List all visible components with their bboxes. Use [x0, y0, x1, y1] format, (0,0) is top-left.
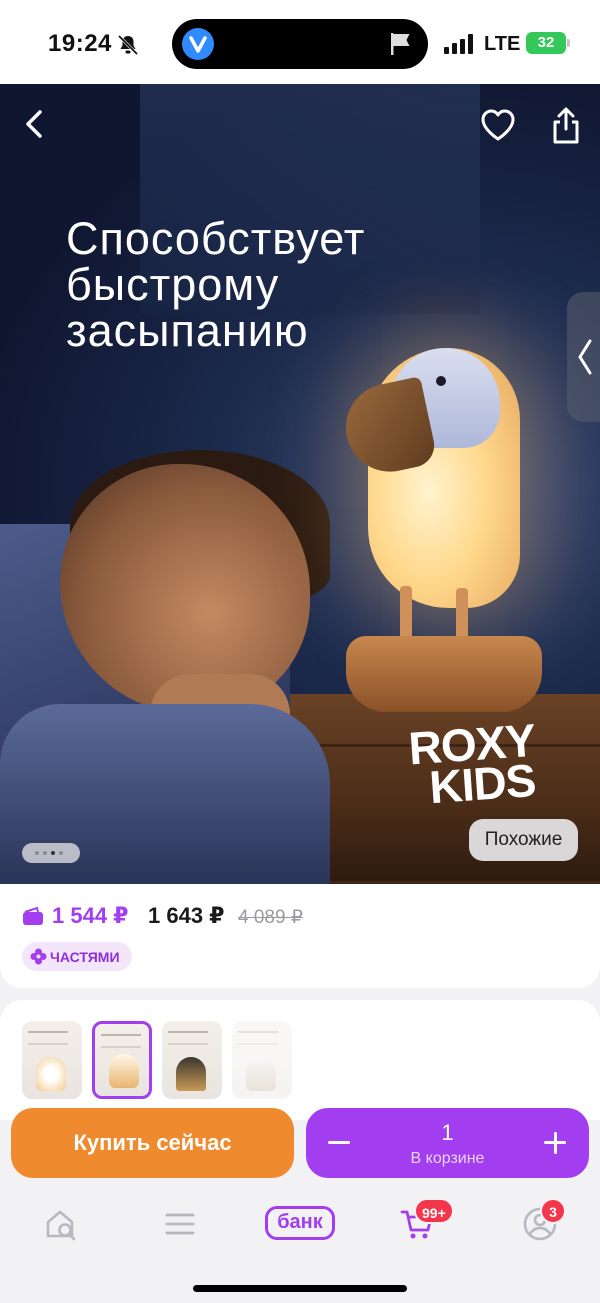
heart-icon[interactable] — [480, 108, 516, 142]
battery-tip — [567, 39, 570, 47]
regular-price: 1 643 ₽ — [148, 903, 225, 928]
similar-button[interactable]: Похожие — [469, 819, 578, 861]
app-icon — [182, 28, 214, 60]
variant-caption — [28, 1031, 68, 1045]
variants-card — [0, 1000, 600, 1120]
pager-dot — [35, 851, 39, 855]
pager-dot — [43, 851, 47, 855]
hero-caption: Способствует быстрому засыпанию — [66, 216, 486, 354]
home-search-icon[interactable] — [42, 1204, 82, 1244]
flag-icon — [391, 33, 410, 55]
variant-product — [246, 1057, 276, 1091]
variant-product — [176, 1057, 206, 1091]
pager-dot-active — [51, 851, 55, 855]
bank-tab[interactable]: банк — [265, 1206, 335, 1240]
back-icon[interactable] — [20, 104, 50, 144]
variant-caption — [238, 1031, 278, 1045]
side-panel-handle[interactable] — [567, 292, 600, 422]
network-type: LTE — [484, 33, 521, 55]
profile-badge: 3 — [540, 1198, 566, 1224]
variant-product — [109, 1054, 139, 1088]
caption-line: быстрому — [66, 259, 280, 310]
cart-badge: 99+ — [414, 1198, 454, 1224]
battery-icon: 32 — [526, 32, 566, 54]
installments-badge[interactable]: ЧАСТЯМИ — [22, 942, 132, 971]
status-bar: 19:24 LTE 32 — [0, 0, 600, 84]
catalog-menu-icon[interactable] — [160, 1204, 200, 1244]
old-price: 4 089 ₽ — [238, 907, 303, 928]
chevron-left-icon — [578, 339, 592, 375]
price-card: 1 544 ₽ 1 643 ₽ 4 089 ₽ ЧАСТЯМИ — [0, 884, 600, 988]
variant-thumbnail[interactable] — [232, 1021, 292, 1099]
variant-thumbnail[interactable] — [162, 1021, 222, 1099]
signal-icon — [444, 34, 473, 54]
status-time: 19:24 — [48, 30, 112, 57]
lamp-eye — [436, 376, 446, 386]
installments-icon — [30, 948, 47, 965]
product-image-carousel[interactable]: Способствует быстрому засыпанию ROXY KID… — [0, 84, 600, 884]
variant-thumbnail-selected[interactable] — [92, 1021, 152, 1099]
tab-bar: банк 99+ 3 — [0, 1190, 600, 1303]
variant-caption — [168, 1031, 208, 1045]
cart-quantity-stepper: 1 В корзине — [306, 1108, 589, 1178]
variant-caption — [101, 1034, 141, 1048]
dynamic-island — [172, 19, 428, 69]
caption-line: Способствует — [66, 213, 366, 264]
carousel-pager[interactable] — [22, 843, 80, 863]
brand-logo: ROXY KIDS — [407, 714, 542, 814]
buy-now-button[interactable]: Купить сейчас — [11, 1108, 294, 1178]
variant-thumbnail[interactable] — [22, 1021, 82, 1099]
home-indicator[interactable] — [193, 1285, 407, 1292]
variant-product — [36, 1057, 66, 1091]
wallet-icon — [23, 906, 43, 925]
lamp-beak — [337, 376, 439, 480]
caption-line: засыпанию — [66, 305, 309, 356]
installments-label: ЧАСТЯМИ — [50, 949, 120, 965]
plus-icon[interactable] — [544, 1132, 566, 1154]
pager-dot — [59, 851, 63, 855]
share-icon[interactable] — [550, 106, 582, 146]
card-price: 1 544 ₽ — [52, 903, 129, 928]
bell-slash-icon — [117, 34, 139, 56]
brand-logo-line: KIDS — [427, 753, 537, 814]
lamp-base — [346, 636, 542, 712]
